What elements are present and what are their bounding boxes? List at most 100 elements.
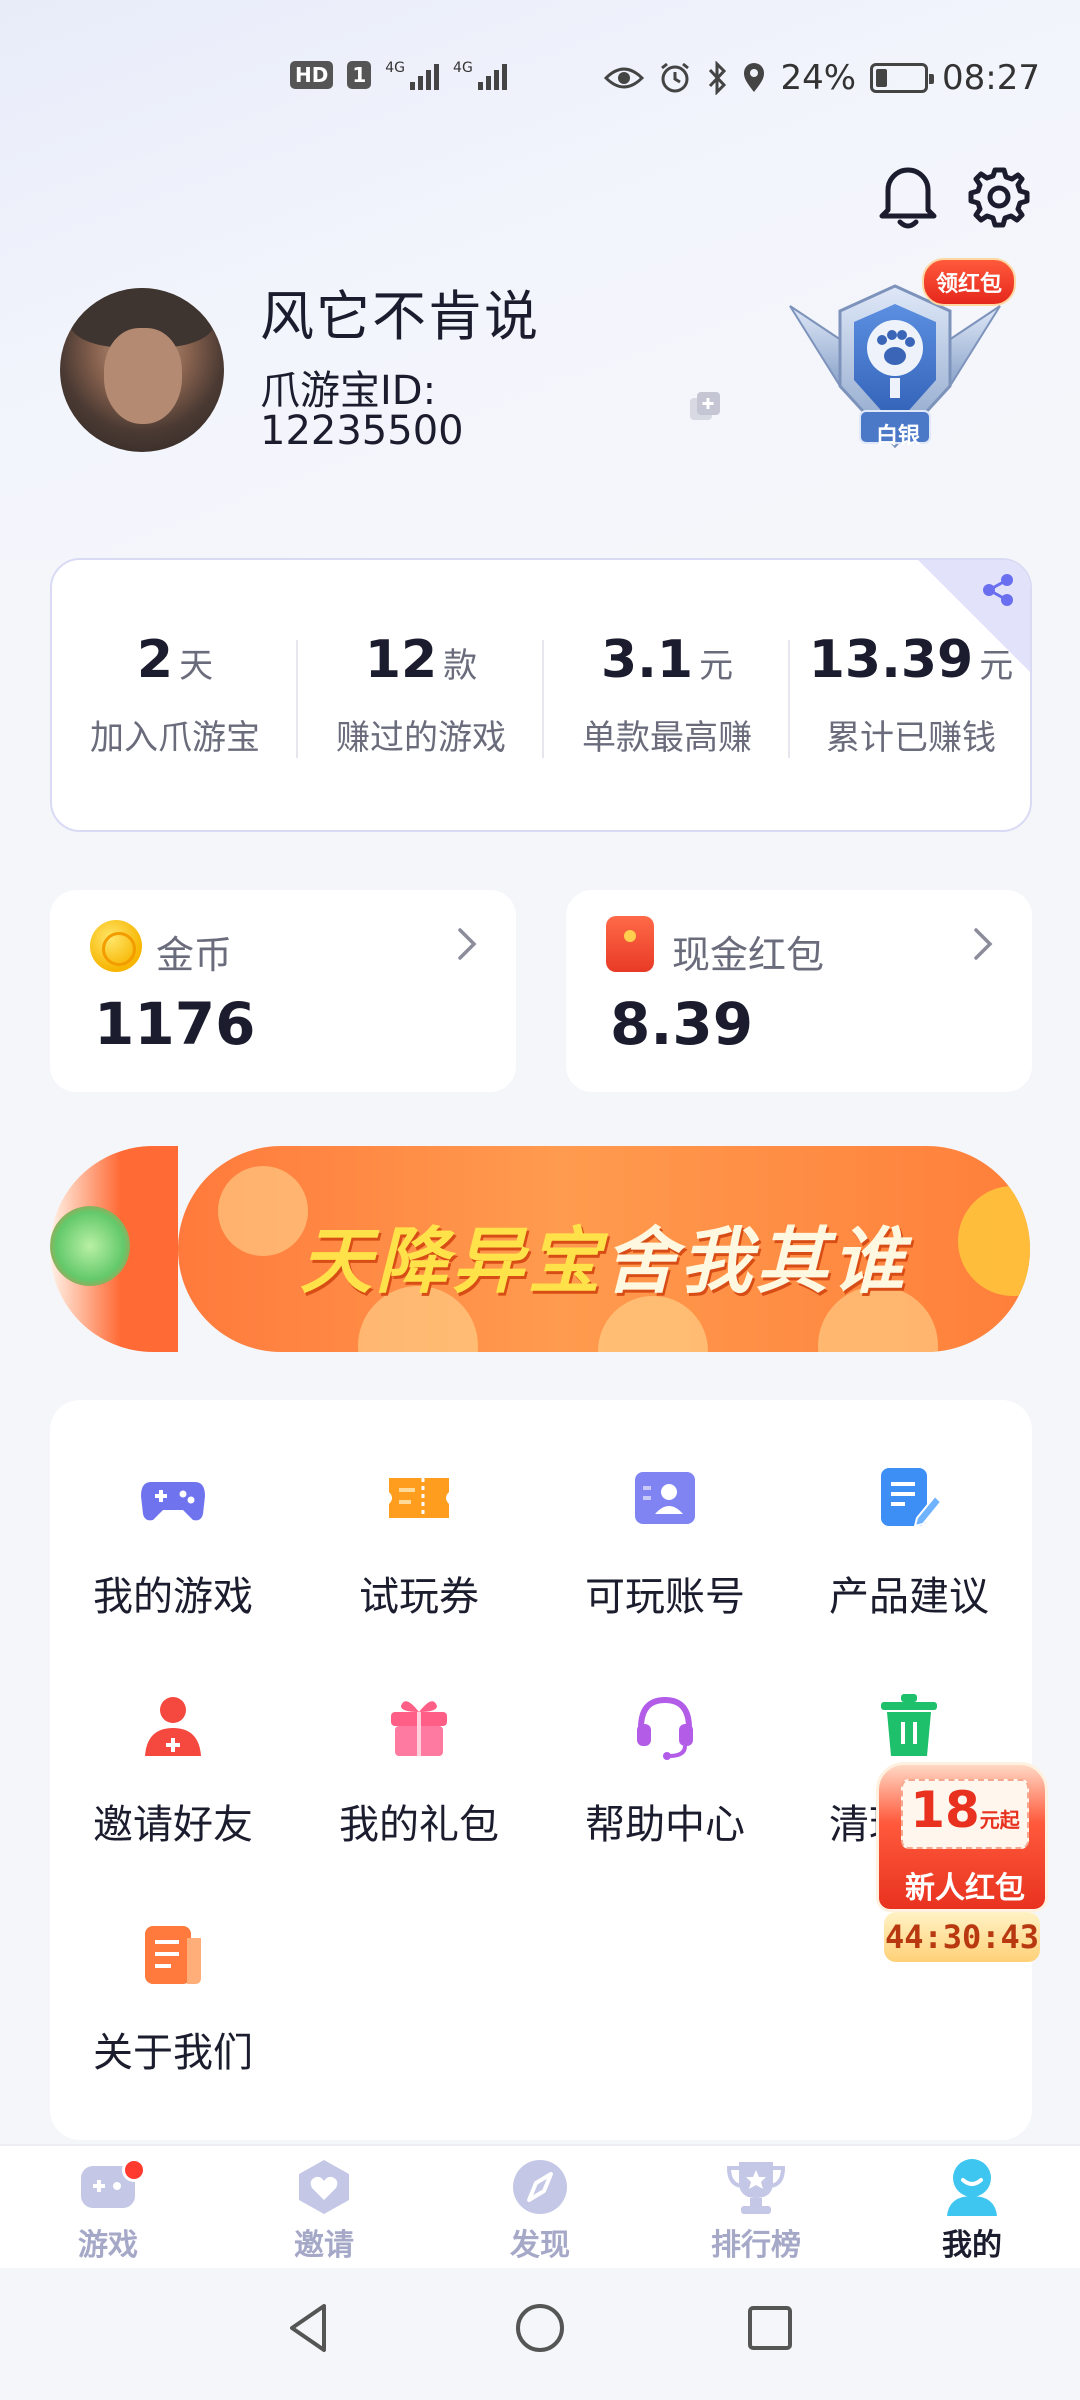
stat-value: 12 xyxy=(364,630,438,690)
notification-dot xyxy=(122,2158,146,2182)
settings-gear-icon[interactable] xyxy=(966,164,1032,230)
earnings-stats-card: 2天 加入爪游宝 12 款 赚过的游戏 3.1 元 单款最高赚 13.39 元 累计已… xyxy=(50,558,1032,832)
tab-label: 游戏 xyxy=(78,2228,138,2263)
username: 风它不肯说 xyxy=(260,285,540,348)
battery-percent: 24% xyxy=(780,58,857,98)
claim-red-packet-pill[interactable]: 领红包 xyxy=(922,258,1017,306)
stat-unit: 元 xyxy=(699,646,734,686)
notification-bell-icon[interactable] xyxy=(876,160,940,230)
rank-label: 白银 xyxy=(875,424,920,449)
share-icon[interactable] xyxy=(980,572,1016,608)
cash-red-packet-card[interactable]: 现金红包 8.39 xyxy=(566,890,1032,1092)
coins-title: 金币 xyxy=(156,933,233,977)
edit-document-icon xyxy=(881,1468,943,1528)
coin-icon xyxy=(90,920,142,972)
red-packet-icon xyxy=(606,916,654,972)
red-packet-label: 新人红包 xyxy=(905,1871,1025,1906)
sim-badge: 1 xyxy=(347,61,372,89)
user-id-value: 12235500 xyxy=(260,408,464,454)
compass-icon xyxy=(513,2160,567,2214)
stat-label: 累计已赚钱 xyxy=(826,718,996,758)
gamepad-icon xyxy=(141,1482,205,1521)
home-circle-icon[interactable] xyxy=(510,2298,570,2358)
heart-shield-icon xyxy=(299,2160,349,2214)
trophy-icon xyxy=(726,2162,786,2214)
avatar[interactable] xyxy=(60,288,224,452)
status-right: 24% 08:27 xyxy=(604,58,1040,98)
stat-label: 单款最高赚 xyxy=(582,718,752,758)
trash-icon xyxy=(881,1694,937,1756)
menu-label: 试玩券 xyxy=(359,1574,479,1620)
menu-label: 帮助中心 xyxy=(585,1802,745,1848)
status-bar: HD 1 4G 4G 24% 08:27 xyxy=(0,50,1080,110)
eye-icon xyxy=(604,67,645,89)
tab-invite[interactable]: 邀请 xyxy=(254,2156,394,2264)
stat-label: 加入爪游宝 xyxy=(90,718,260,758)
battery-fill xyxy=(876,69,888,87)
stat-value: 3.1 xyxy=(600,630,694,690)
stat-value: 2 xyxy=(136,630,174,690)
hd-badge: HD xyxy=(290,61,334,89)
copy-icon[interactable] xyxy=(686,388,724,426)
tab-label: 邀请 xyxy=(294,2228,354,2263)
cash-value: 8.39 xyxy=(610,990,754,1058)
banner-prev-slide[interactable] xyxy=(50,1146,178,1352)
banner-text-white: 舍我其谁 xyxy=(604,1219,909,1303)
recents-square-icon[interactable] xyxy=(740,2298,800,2358)
invite-user-icon xyxy=(145,1697,201,1756)
account-card-icon xyxy=(635,1472,695,1524)
tab-label: 排行榜 xyxy=(711,2228,801,2263)
chevron-right-icon xyxy=(974,928,993,960)
system-nav-bar xyxy=(0,2268,1080,2400)
countdown-timer: 44:30:43 xyxy=(884,1912,1040,1962)
status-left: HD 1 4G 4G xyxy=(290,60,507,90)
tab-profile[interactable]: 我的 xyxy=(902,2156,1042,2264)
battery-icon xyxy=(870,63,935,93)
tab-games[interactable]: 游戏 xyxy=(38,2156,178,2264)
menu-about-us[interactable]: 关于我们 xyxy=(50,1918,296,2118)
stat-days-joined: 2天 加入爪游宝 xyxy=(52,630,298,759)
stat-max-single-earn: 3.1 元 单款最高赚 xyxy=(544,630,790,759)
tab-label: 发现 xyxy=(510,2228,570,2263)
info-document-icon xyxy=(145,1926,201,1984)
clock: 08:27 xyxy=(942,58,1040,98)
banner-text-yellow: 天降异宝 xyxy=(299,1219,604,1303)
stat-value: 13.39 xyxy=(808,630,974,690)
headset-icon xyxy=(637,1696,693,1760)
cash-title: 现金红包 xyxy=(672,933,825,977)
signal-icon-2: 4G xyxy=(453,60,507,90)
network-type: 4G xyxy=(385,60,406,76)
newbie-red-packet-float[interactable]: 18元起 新人红包 44:30:43 xyxy=(876,1762,1048,1970)
tab-discover[interactable]: 发现 xyxy=(470,2156,610,2264)
menu-invite-friends[interactable]: 邀请好友 xyxy=(50,1690,296,1890)
stat-total-earned: 13.39 元 累计已赚钱 xyxy=(788,630,1030,759)
bottom-tab-bar: 游戏 邀请 发现 排行榜 我的 xyxy=(0,2144,1080,2268)
menu-product-suggestion[interactable]: 产品建议 xyxy=(786,1462,1032,1662)
menu-playable-accounts[interactable]: 可玩账号 xyxy=(542,1462,788,1662)
coins-value: 1176 xyxy=(94,990,256,1058)
tab-ranking[interactable]: 排行榜 xyxy=(686,2156,826,2264)
chevron-right-icon xyxy=(458,928,477,960)
back-triangle-icon[interactable] xyxy=(280,2298,340,2358)
red-packet-envelope: 18元起 新人红包 xyxy=(876,1762,1048,1912)
bluetooth-icon xyxy=(709,61,727,95)
coins-card[interactable]: 金币 1176 xyxy=(50,890,516,1092)
location-icon xyxy=(744,63,765,92)
menu-label: 关于我们 xyxy=(93,2030,253,2076)
menu-label: 可玩账号 xyxy=(585,1574,745,1620)
stat-unit: 天 xyxy=(179,646,214,686)
gift-icon xyxy=(391,1701,447,1756)
stat-label: 赚过的游戏 xyxy=(336,718,506,758)
menu-help-center[interactable]: 帮助中心 xyxy=(542,1690,788,1890)
network-type-2: 4G xyxy=(453,60,473,76)
menu-my-games[interactable]: 我的游戏 xyxy=(50,1462,296,1662)
menu-my-gifts[interactable]: 我的礼包 xyxy=(296,1690,542,1890)
ticket-icon xyxy=(389,1478,449,1518)
menu-trial-ticket[interactable]: 试玩券 xyxy=(296,1462,542,1662)
profile-icon xyxy=(947,2159,997,2216)
stat-unit: 款 xyxy=(443,646,478,686)
stat-unit: 元 xyxy=(979,646,1014,686)
red-packet-amount: 18元起 xyxy=(901,1779,1029,1849)
menu-label: 邀请好友 xyxy=(93,1802,253,1848)
promo-banner[interactable]: 天降异宝舍我其谁 xyxy=(178,1146,1030,1352)
